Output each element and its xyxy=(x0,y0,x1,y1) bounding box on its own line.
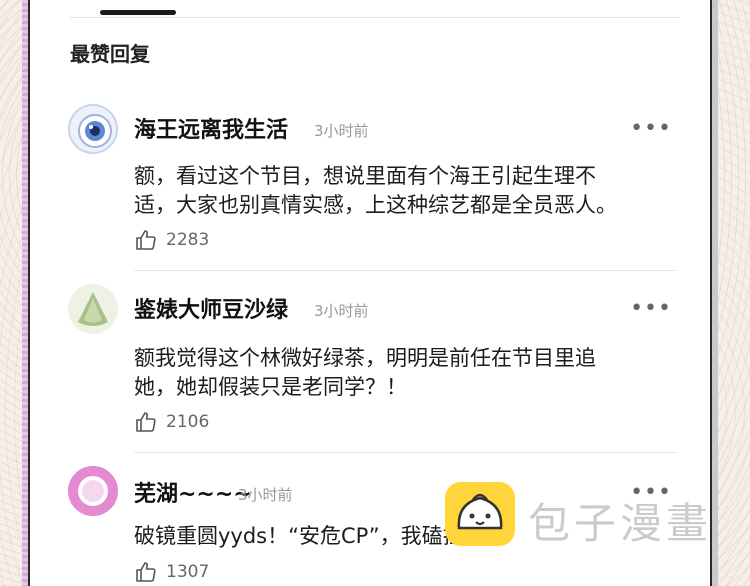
like-count: 2106 xyxy=(166,412,210,432)
like-button[interactable]: 2283 xyxy=(134,228,209,252)
thumbs-up-icon xyxy=(136,230,156,250)
avatar[interactable] xyxy=(68,104,118,154)
username[interactable]: 鉴婊大师豆沙绿 xyxy=(134,292,288,324)
comment-text: 额，看过这个节目，想说里面有个海王引起生理不 适，大家也别真情实感，上这种综艺都… xyxy=(134,164,617,217)
top-divider xyxy=(70,17,680,18)
tab-indicator xyxy=(100,10,176,15)
username[interactable]: 芜湖~~~~ xyxy=(134,476,252,508)
timestamp: 3小时前 xyxy=(314,302,369,320)
phone-frame-right xyxy=(712,0,718,586)
thumbs-up-icon xyxy=(136,562,156,582)
divider xyxy=(134,452,676,453)
more-options-icon[interactable]: ••• xyxy=(630,116,672,141)
section-title: 最赞回复 xyxy=(70,42,150,66)
timestamp: 3小时前 xyxy=(314,122,369,140)
avatar[interactable] xyxy=(68,466,118,516)
divider xyxy=(134,270,676,271)
watermark-logo-icon xyxy=(445,482,515,546)
thumbs-up-icon xyxy=(136,412,156,432)
like-count: 2283 xyxy=(166,230,210,250)
like-button[interactable]: 1307 xyxy=(134,560,209,584)
comment-text: 额我觉得这个林微好绿茶，明明是前任在节目里追 她，她却假装只是老同学？！ xyxy=(134,346,596,399)
like-button[interactable]: 2106 xyxy=(134,410,209,434)
timestamp: 3小时前 xyxy=(238,486,293,504)
like-count: 1307 xyxy=(166,562,210,582)
avatar[interactable] xyxy=(68,284,118,334)
more-options-icon[interactable]: ••• xyxy=(630,296,672,321)
username[interactable]: 海王远离我生活 xyxy=(134,112,288,144)
watermark-text: 包子漫畫 xyxy=(528,499,713,548)
